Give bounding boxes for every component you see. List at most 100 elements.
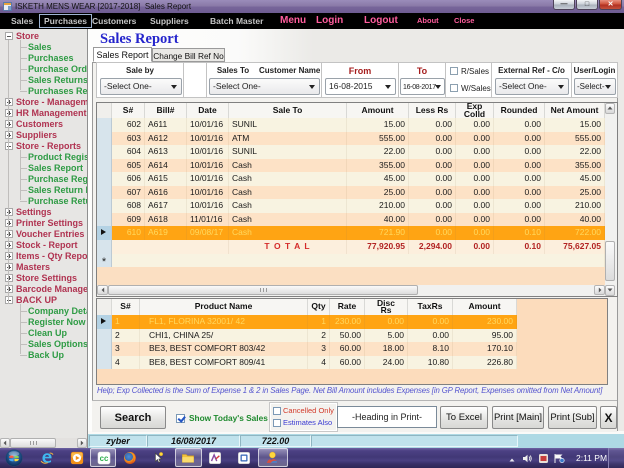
print-sub-button[interactable]: Print [Sub] [548, 406, 597, 429]
menu-item-batch-master[interactable]: Batch Master [210, 13, 263, 29]
print-main-button[interactable]: Print [Main] [492, 406, 544, 429]
tree-expand-icon[interactable] [5, 241, 13, 249]
table-row[interactable]: 609A61811/01/16Cash40.000.000.000.0040.0… [97, 213, 605, 227]
dropdown-arrow-icon[interactable] [170, 79, 179, 94]
tree-expand-icon[interactable] [5, 32, 13, 40]
tree-expand-icon[interactable] [5, 219, 13, 227]
menu-item-customers[interactable]: Customers [92, 13, 136, 29]
start-button[interactable] [5, 449, 23, 467]
tree-expand-icon[interactable] [5, 230, 13, 238]
external-ref-dropdown[interactable]: -Select One- [495, 78, 569, 95]
menu-item-logout[interactable]: Logout [364, 13, 398, 29]
column-header[interactable]: Product Name [140, 299, 308, 315]
table-row[interactable]: 604A61310/01/16SUNIL22.000.000.000.0022.… [97, 145, 605, 159]
cursor-tool-icon[interactable] [151, 451, 165, 465]
rsales-checkbox[interactable]: R/Sales [450, 67, 489, 76]
search-button[interactable]: Search [100, 406, 166, 429]
media-player-icon[interactable] [70, 451, 84, 465]
scroll-left-arrow[interactable] [0, 438, 10, 448]
column-header[interactable]: Net Amount [545, 103, 605, 118]
tree-expand-icon[interactable] [5, 252, 13, 260]
menu-item-suppliers[interactable]: Suppliers [150, 13, 189, 29]
row-selector[interactable] [97, 199, 112, 213]
row-selector[interactable] [97, 172, 112, 186]
row-selector[interactable] [97, 186, 112, 200]
column-header[interactable]: DiscRs [365, 299, 408, 315]
photo-app-icon[interactable] [265, 451, 279, 465]
taskbar-clock[interactable]: 2:11 PM [576, 453, 607, 463]
row-selector[interactable] [97, 132, 112, 146]
column-header[interactable]: Amount [347, 103, 409, 118]
column-header[interactable]: Rounded [494, 103, 545, 118]
menu-item-about[interactable]: About [417, 13, 439, 29]
wsales-checkbox[interactable]: W/Sales [450, 84, 491, 93]
row-selector[interactable] [97, 329, 112, 343]
table-row[interactable]: 4BE8, BEST COMFORT 809/41460.0024.0010.8… [97, 356, 517, 370]
menu-item-sales[interactable]: Sales [11, 13, 33, 29]
tree-expand-icon[interactable] [5, 296, 13, 304]
firefox-icon[interactable] [123, 451, 137, 465]
tray-expand-icon[interactable] [508, 451, 516, 468]
folder-explorer-icon[interactable] [181, 451, 195, 465]
maximize-button[interactable]: □ [576, 0, 598, 10]
row-selector[interactable] [97, 342, 112, 356]
action-center-flag-icon[interactable] [553, 451, 565, 468]
dropdown-arrow-icon[interactable] [308, 79, 317, 94]
scroll-thumb[interactable] [10, 438, 56, 448]
row-selector[interactable] [97, 213, 112, 227]
column-header[interactable]: Less Rs [409, 103, 456, 118]
sales-grid-horizontal-scrollbar[interactable] [97, 285, 605, 296]
notes-app-icon[interactable] [208, 451, 222, 465]
show-desktop-button[interactable] [608, 448, 624, 468]
menu-item-close[interactable]: Close [454, 13, 474, 29]
dropdown-arrow-icon[interactable] [434, 79, 443, 94]
sale-by-dropdown[interactable]: -Select One- [100, 78, 182, 95]
green-app-icon[interactable]: cc [97, 451, 111, 465]
user-login-dropdown[interactable]: -Select- [574, 78, 616, 95]
scroll-right-arrow[interactable] [77, 438, 87, 448]
column-header[interactable]: Bill# [145, 103, 187, 118]
to-date-picker[interactable]: 16-08-2017 [400, 78, 445, 95]
row-selector[interactable] [97, 356, 112, 370]
dropdown-arrow-icon[interactable] [604, 79, 613, 94]
column-header[interactable]: Amount [453, 299, 517, 315]
tree-expand-icon[interactable] [5, 208, 13, 216]
scroll-up-arrow[interactable] [605, 103, 615, 114]
table-row[interactable]: 2CHI1, CHINA 25/250.005.000.0095.00 [97, 329, 517, 343]
to-excel-button[interactable]: To Excel [440, 406, 488, 429]
show-today-checkbox[interactable]: Show Today's Sales [176, 413, 268, 423]
tree-expand-icon[interactable] [5, 131, 13, 139]
customer-dropdown[interactable]: -Select One- [209, 78, 320, 95]
tray-app-icon[interactable] [538, 451, 549, 468]
column-header[interactable]: Qty [308, 299, 330, 315]
ie-browser-icon[interactable] [40, 451, 54, 465]
table-row[interactable]: 605A61410/01/16Cash355.000.000.000.00355… [97, 159, 605, 173]
estimates-also-checkbox[interactable]: Estimates Also [273, 418, 332, 427]
checkbox-box[interactable] [450, 67, 458, 75]
tab-sales-report[interactable]: Sales Report [93, 47, 152, 62]
menu-item-login[interactable]: Login [316, 13, 343, 29]
tree-expand-icon[interactable] [5, 285, 13, 293]
tree-expand-icon[interactable] [5, 142, 13, 150]
cancelled-only-checkbox[interactable]: Cancelled Only [273, 406, 334, 415]
tree-expand-icon[interactable] [5, 109, 13, 117]
docs-app-icon[interactable] [237, 451, 251, 465]
column-header[interactable]: S# [112, 299, 140, 315]
close-form-button[interactable]: X [600, 406, 617, 429]
tree-expand-icon[interactable] [5, 98, 13, 106]
column-header[interactable]: TaxRs [408, 299, 453, 315]
tree-expand-icon[interactable] [5, 274, 13, 282]
scroll-thumb[interactable] [108, 285, 418, 295]
table-row[interactable]: 610A61909/08/17Cash721.900.000.000.10722… [97, 226, 605, 240]
sales-grid-vertical-scrollbar[interactable] [605, 103, 617, 296]
minimize-button[interactable]: — [553, 0, 575, 10]
tab-change-bill-ref-no[interactable]: Change Bill Ref No [152, 48, 225, 62]
column-header[interactable]: S# [112, 103, 145, 118]
table-row[interactable]: 603A61210/01/16ATM555.000.000.000.00555.… [97, 132, 605, 146]
row-selector[interactable] [97, 118, 112, 132]
table-row[interactable]: 606A61510/01/16Cash45.000.000.000.0045.0… [97, 172, 605, 186]
checkbox-box[interactable] [450, 84, 458, 92]
column-header[interactable]: Date [187, 103, 229, 118]
menu-item-menu[interactable]: Menu [280, 13, 306, 29]
tree-expand-icon[interactable] [5, 120, 13, 128]
